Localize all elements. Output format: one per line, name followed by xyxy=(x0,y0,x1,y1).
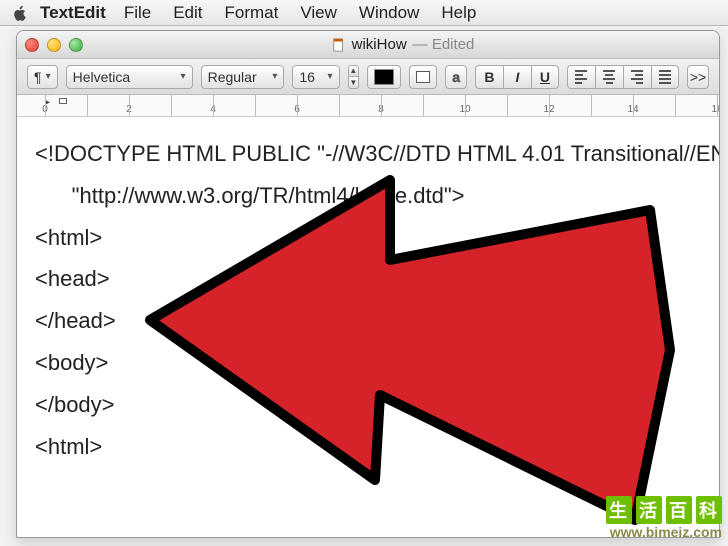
menubar: TextEdit File Edit Format View Window He… xyxy=(0,0,728,26)
align-justify-icon xyxy=(659,70,671,84)
italic-button[interactable]: I xyxy=(503,65,531,89)
text-background-button[interactable] xyxy=(409,65,437,89)
box-icon xyxy=(416,71,430,83)
align-left-icon xyxy=(575,70,587,84)
document-line: <head> xyxy=(35,266,110,291)
watermark: 生 活 百 科 www.bimeiz.com xyxy=(606,496,722,540)
align-right-button[interactable] xyxy=(623,65,651,89)
ruler[interactable]: ▸ 0 2 4 6 8 10 12 14 16 xyxy=(17,95,719,117)
chevron-down-icon: ▾ xyxy=(181,71,186,82)
align-center-icon xyxy=(603,70,615,84)
watermark-url: www.bimeiz.com xyxy=(606,524,722,540)
document-line: <body> xyxy=(35,350,108,375)
align-justify-button[interactable] xyxy=(651,65,679,89)
letter-a-icon: a xyxy=(452,69,460,85)
menu-edit[interactable]: Edit xyxy=(173,3,202,23)
menu-file[interactable]: File xyxy=(124,3,151,23)
document-line: <html> xyxy=(35,434,102,459)
document-icon xyxy=(332,38,346,52)
app-name[interactable]: TextEdit xyxy=(40,3,106,23)
color-swatch-button[interactable] xyxy=(367,65,401,89)
toolbar-overflow-button[interactable]: >> xyxy=(687,65,709,89)
zoom-button[interactable] xyxy=(69,38,83,52)
paragraph-style-button[interactable]: ¶▾ xyxy=(27,65,58,89)
stepper-down-icon[interactable]: ▼ xyxy=(348,76,360,89)
font-family-value: Helvetica xyxy=(73,69,131,85)
document-line: "http://www.w3.org/TR/html4/loose.dtd"> xyxy=(35,183,465,208)
document-line: </body> xyxy=(35,392,115,417)
stepper-up-icon[interactable]: ▲ xyxy=(348,65,360,77)
document-window: wikiHow — Edited ¶▾ Helvetica ▾ Regular … xyxy=(16,30,720,538)
align-left-button[interactable] xyxy=(567,65,595,89)
align-right-icon xyxy=(631,70,643,84)
apple-logo-icon[interactable] xyxy=(8,2,30,24)
watermark-cn: 生 活 百 科 xyxy=(606,496,722,524)
ruler-marks: 0 2 4 6 8 10 12 14 16 xyxy=(41,95,719,116)
title-center: wikiHow — Edited xyxy=(95,36,711,53)
menu-window[interactable]: Window xyxy=(359,3,419,23)
format-toolbar: ¶▾ Helvetica ▾ Regular ▾ 16 ▾ ▲ ▼ a B I … xyxy=(17,59,719,95)
font-family-select[interactable]: Helvetica ▾ xyxy=(66,65,193,89)
document-editor[interactable]: <!DOCTYPE HTML PUBLIC "-//W3C//DTD HTML … xyxy=(17,117,719,537)
document-line: <!DOCTYPE HTML PUBLIC "-//W3C//DTD HTML … xyxy=(35,141,719,166)
align-group xyxy=(567,65,679,89)
menu-view[interactable]: View xyxy=(300,3,337,23)
underline-button[interactable]: U xyxy=(531,65,559,89)
font-style-select[interactable]: Regular ▾ xyxy=(201,65,285,89)
style-group: B I U xyxy=(475,65,559,89)
align-center-button[interactable] xyxy=(595,65,623,89)
menu-format[interactable]: Format xyxy=(225,3,279,23)
bold-button[interactable]: B xyxy=(475,65,503,89)
document-line: <html> xyxy=(35,225,102,250)
font-size-value: 16 xyxy=(299,69,315,85)
chevron-down-icon: ▾ xyxy=(328,71,333,82)
titlebar: wikiHow — Edited xyxy=(17,31,719,59)
minimize-button[interactable] xyxy=(47,38,61,52)
ruler-tick-label: 16 xyxy=(711,104,720,115)
paragraph-icon: ¶ xyxy=(34,69,42,85)
close-button[interactable] xyxy=(25,38,39,52)
color-swatch-icon xyxy=(374,69,394,85)
font-size-select[interactable]: 16 ▾ xyxy=(292,65,339,89)
window-title: wikiHow xyxy=(352,36,407,53)
chevron-down-icon: ▾ xyxy=(46,71,51,82)
chevron-down-icon: ▾ xyxy=(272,71,277,82)
text-foreground-button[interactable]: a xyxy=(445,65,467,89)
window-subtitle: — Edited xyxy=(413,36,475,53)
menu-help[interactable]: Help xyxy=(441,3,476,23)
window-controls xyxy=(25,38,83,52)
font-size-stepper[interactable]: ▲ ▼ xyxy=(348,65,360,89)
font-style-value: Regular xyxy=(208,69,257,85)
document-line: </head> xyxy=(35,308,116,333)
